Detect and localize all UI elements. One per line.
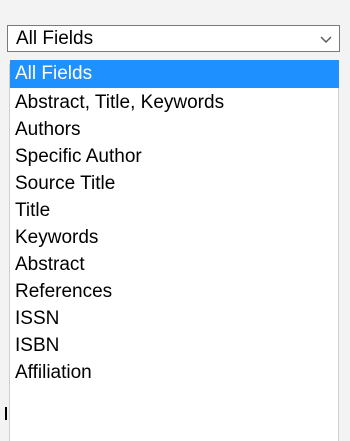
chevron-down-icon[interactable] <box>318 32 334 46</box>
field-select-dropdown: All Fields Abstract, Title, Keywords Aut… <box>9 60 339 441</box>
option-affiliation[interactable]: Affiliation <box>10 359 339 387</box>
option-specific-author[interactable]: Specific Author <box>10 143 339 171</box>
option-source-title[interactable]: Source Title <box>10 170 339 198</box>
field-select[interactable]: All Fields <box>7 25 340 52</box>
option-all-fields[interactable]: All Fields <box>10 60 339 88</box>
option-abstract-title-keywords[interactable]: Abstract, Title, Keywords <box>10 89 339 117</box>
option-issn[interactable]: ISSN <box>10 305 339 333</box>
option-keywords[interactable]: Keywords <box>10 224 339 252</box>
search-field-selector: All Fields All Fields Abstract, Title, K… <box>0 0 350 441</box>
option-isbn[interactable]: ISBN <box>10 332 339 360</box>
option-references[interactable]: References <box>10 278 339 306</box>
field-select-value: All Fields <box>16 28 94 49</box>
option-abstract[interactable]: Abstract <box>10 251 339 279</box>
option-authors[interactable]: Authors <box>10 116 339 144</box>
option-title[interactable]: Title <box>10 197 339 225</box>
text-cursor-mark <box>5 407 7 420</box>
